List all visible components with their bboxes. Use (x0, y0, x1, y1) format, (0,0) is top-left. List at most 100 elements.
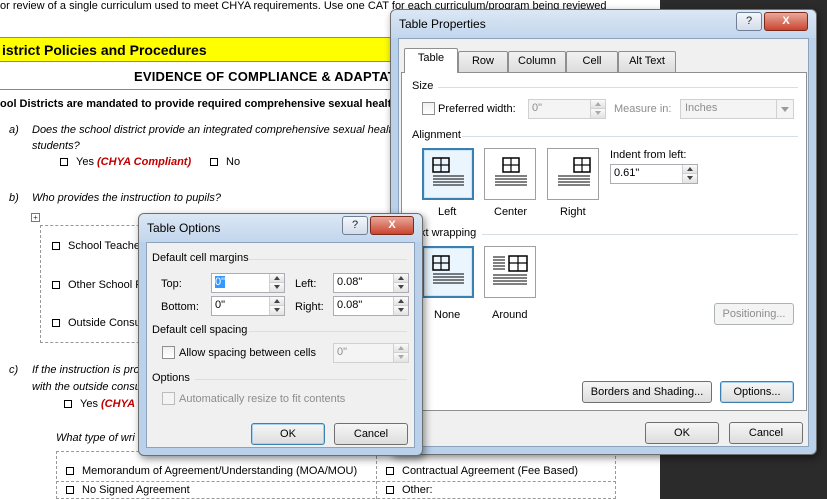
doc-other-label: Other: (402, 484, 433, 496)
align-center-label: Center (494, 206, 528, 218)
positioning-button[interactable]: Positioning... (714, 303, 794, 325)
spinner-icon[interactable] (682, 165, 697, 183)
auto-resize-checkbox[interactable] (162, 392, 175, 405)
tab-cell[interactable]: Cell (566, 51, 618, 72)
doc-opt-other-school: Other School P (52, 279, 143, 291)
options-button[interactable]: Options... (720, 381, 794, 403)
doc-checkbox[interactable] (60, 158, 68, 167)
doc-checkbox[interactable] (64, 400, 72, 409)
wrap-around-tile[interactable] (484, 246, 536, 298)
help-button[interactable]: ? (736, 12, 762, 31)
doc-yes-option: Yes (CHYA Compliant) (60, 156, 191, 168)
top-margin-label: Top: (161, 278, 182, 290)
tab-alt-text[interactable]: Alt Text (618, 51, 676, 72)
align-left-label: Left (438, 206, 457, 218)
doc-yes2-option: Yes (CHYA ( (64, 398, 141, 410)
align-left-icon (432, 157, 464, 186)
spinner-icon[interactable] (393, 274, 408, 292)
dialog-title: Table Properties (399, 17, 486, 31)
doc-opt-outside: Outside Consul (52, 317, 143, 329)
allow-spacing-checkbox[interactable] (162, 346, 175, 359)
measure-in-select[interactable]: Inches (680, 99, 794, 119)
right-margin-label: Right: (295, 301, 324, 313)
doc-q-b-text: Who provides the instruction to pupils? (32, 192, 221, 204)
doc-yes2-label: Yes (80, 398, 98, 410)
cell-spacing-group-label: Default cell spacing (152, 324, 248, 336)
top-margin-field[interactable]: 0" (211, 273, 285, 293)
preferred-width-field[interactable]: 0" (528, 99, 606, 119)
tab-row[interactable]: Row (458, 51, 508, 72)
spacing-value: 0" (337, 346, 348, 358)
doc-checkbox[interactable] (386, 486, 394, 495)
indent-field[interactable]: 0.61" (610, 164, 698, 184)
auto-resize-label: Automatically resize to fit contents (179, 393, 346, 405)
close-button[interactable]: X (370, 216, 414, 235)
align-left-tile[interactable] (422, 148, 474, 200)
doc-checkbox[interactable] (52, 281, 60, 290)
spinner-icon[interactable] (269, 274, 284, 292)
table-options-dialog: Table Options ? X Default cell margins T… (138, 213, 423, 456)
wrap-none-tile[interactable] (422, 246, 474, 298)
doc-checkbox[interactable] (52, 319, 60, 328)
preferred-width-checkbox[interactable] (422, 102, 435, 115)
dialog-titlebar: Table Options ? X (139, 214, 422, 242)
doc-checkbox[interactable] (210, 158, 218, 167)
measure-in-label: Measure in: (614, 103, 672, 115)
group-divider (462, 136, 798, 137)
doc-other: Other: (386, 484, 433, 496)
align-center-tile[interactable] (484, 148, 536, 200)
align-right-icon (558, 157, 591, 186)
doc-q-a-text: Does the school district provide an inte… (32, 124, 392, 136)
spinner-icon[interactable] (393, 297, 408, 315)
align-right-tile[interactable] (547, 148, 599, 200)
close-button[interactable]: X (764, 12, 808, 31)
doc-q-b-letter: b) (9, 192, 19, 204)
doc-no-signed: No Signed Agreement (66, 484, 190, 496)
size-group-label: Size (412, 80, 434, 92)
help-button[interactable]: ? (342, 216, 368, 235)
doc-chya-compliant: (CHYA Compliant) (97, 156, 192, 168)
indent-label: Indent from left: (610, 149, 687, 161)
group-divider (482, 234, 798, 235)
left-margin-field[interactable]: 0.08" (333, 273, 409, 293)
spinner-icon[interactable] (269, 297, 284, 315)
chevron-down-icon (776, 100, 793, 118)
table-move-handle-icon[interactable]: + (31, 213, 40, 222)
group-divider (249, 331, 407, 332)
wrap-none-icon (432, 255, 464, 284)
doc-moa-label: Memorandum of Agreement/Understanding (M… (82, 465, 358, 477)
bottom-margin-field[interactable]: 0" (211, 296, 285, 316)
spinner-icon[interactable] (393, 344, 408, 362)
doc-chya2: (CHYA ( (101, 398, 142, 410)
tab-column[interactable]: Column (508, 51, 566, 72)
cancel-button[interactable]: Cancel (729, 422, 803, 444)
wrap-around-label: Around (492, 309, 528, 321)
group-divider (438, 87, 798, 88)
left-margin-label: Left: (295, 278, 317, 290)
group-divider (195, 379, 407, 380)
doc-yes-label: Yes (76, 156, 94, 168)
doc-heading: EVIDENCE OF COMPLIANCE & ADAPTATIO (134, 69, 410, 84)
doc-checkbox[interactable] (386, 467, 394, 476)
top-margin-value: 0" (215, 276, 226, 288)
allow-spacing-label: Allow spacing between cells (179, 347, 316, 359)
doc-checkbox[interactable] (52, 242, 60, 251)
ok-button[interactable]: OK (645, 422, 719, 444)
right-margin-field[interactable]: 0.08" (333, 296, 409, 316)
doc-moa: Memorandum of Agreement/Understanding (M… (66, 465, 357, 477)
indent-value: 0.61" (614, 167, 640, 179)
bottom-margin-value: 0" (215, 299, 226, 311)
tab-table[interactable]: Table (404, 48, 458, 73)
spinner-icon[interactable] (590, 100, 605, 118)
cancel-button[interactable]: Cancel (334, 423, 408, 445)
measure-in-value: Inches (685, 102, 718, 114)
doc-what-type: What type of wri (56, 432, 135, 444)
borders-and-shading-button[interactable]: Borders and Shading... (582, 381, 712, 403)
doc-checkbox[interactable] (66, 486, 74, 495)
dialog-client-area: Default cell margins Top: 0" Left: 0.08"… (146, 242, 415, 448)
wrap-around-icon (493, 255, 528, 285)
ok-button[interactable]: OK (251, 423, 325, 445)
doc-opt-label: Outside Consul (68, 317, 144, 329)
doc-checkbox[interactable] (66, 467, 74, 476)
spacing-field[interactable]: 0" (333, 343, 409, 363)
